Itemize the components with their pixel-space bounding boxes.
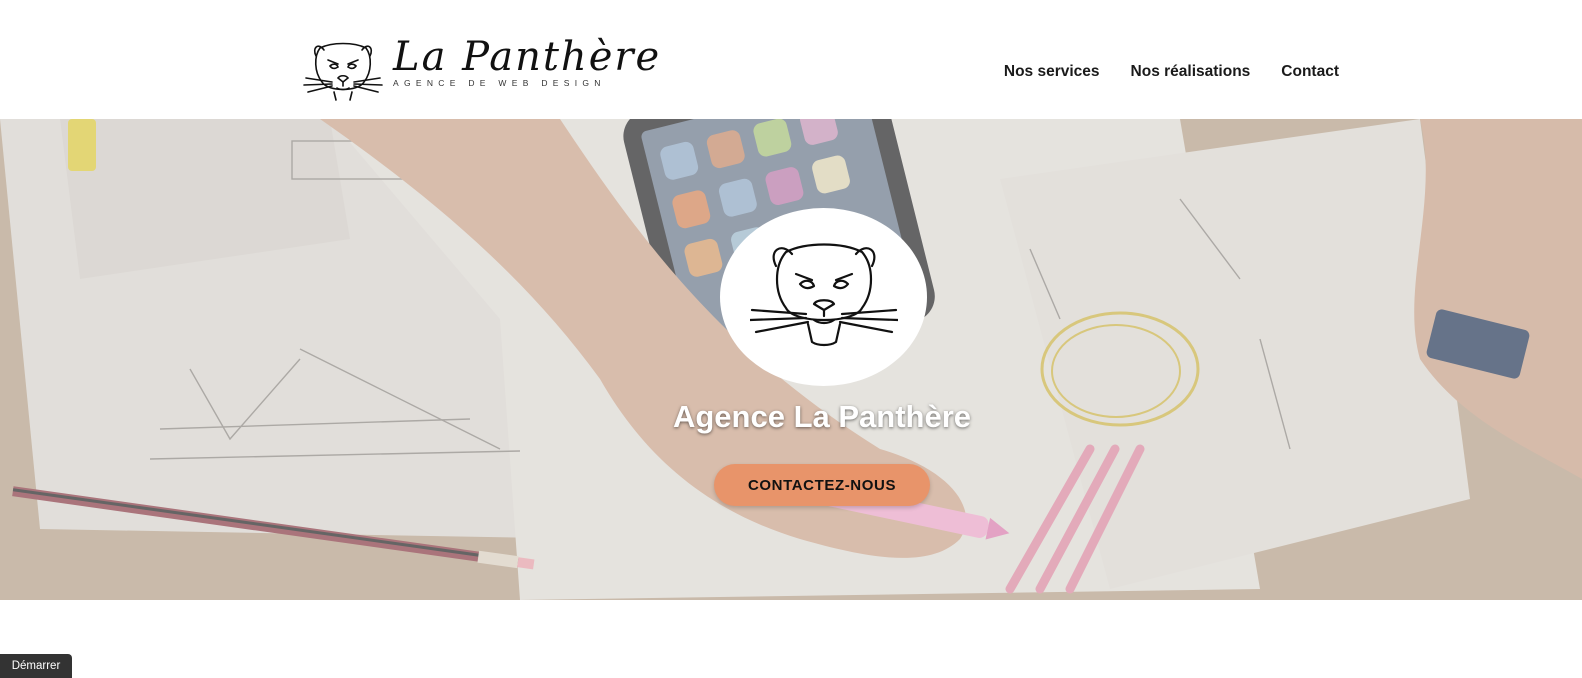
panther-head-icon bbox=[750, 243, 898, 347]
nav-link-services[interactable]: Nos services bbox=[1004, 63, 1100, 81]
hero-section: Agence La Panthère CONTACTEZ-NOUS bbox=[0, 119, 1582, 600]
site-header: La Panthère AGENCE DE WEB DESIGN Nos ser… bbox=[0, 0, 1582, 119]
start-tab[interactable]: Démarrer bbox=[0, 654, 72, 678]
nav-link-contact[interactable]: Contact bbox=[1281, 63, 1339, 81]
hero-title: Agence La Panthère bbox=[672, 399, 972, 434]
brand-logo-link[interactable]: La Panthère AGENCE DE WEB DESIGN bbox=[302, 34, 659, 102]
brand-name: La Panthère bbox=[393, 34, 662, 80]
brand-tagline: AGENCE DE WEB DESIGN bbox=[393, 78, 606, 88]
panther-head-icon bbox=[303, 42, 383, 101]
hero-logo-badge bbox=[720, 208, 927, 386]
contact-us-button[interactable]: CONTACTEZ-NOUS bbox=[714, 464, 930, 506]
main-nav: Nos services Nos réalisations Contact bbox=[973, 63, 1339, 81]
nav-link-realisations[interactable]: Nos réalisations bbox=[1131, 63, 1251, 81]
